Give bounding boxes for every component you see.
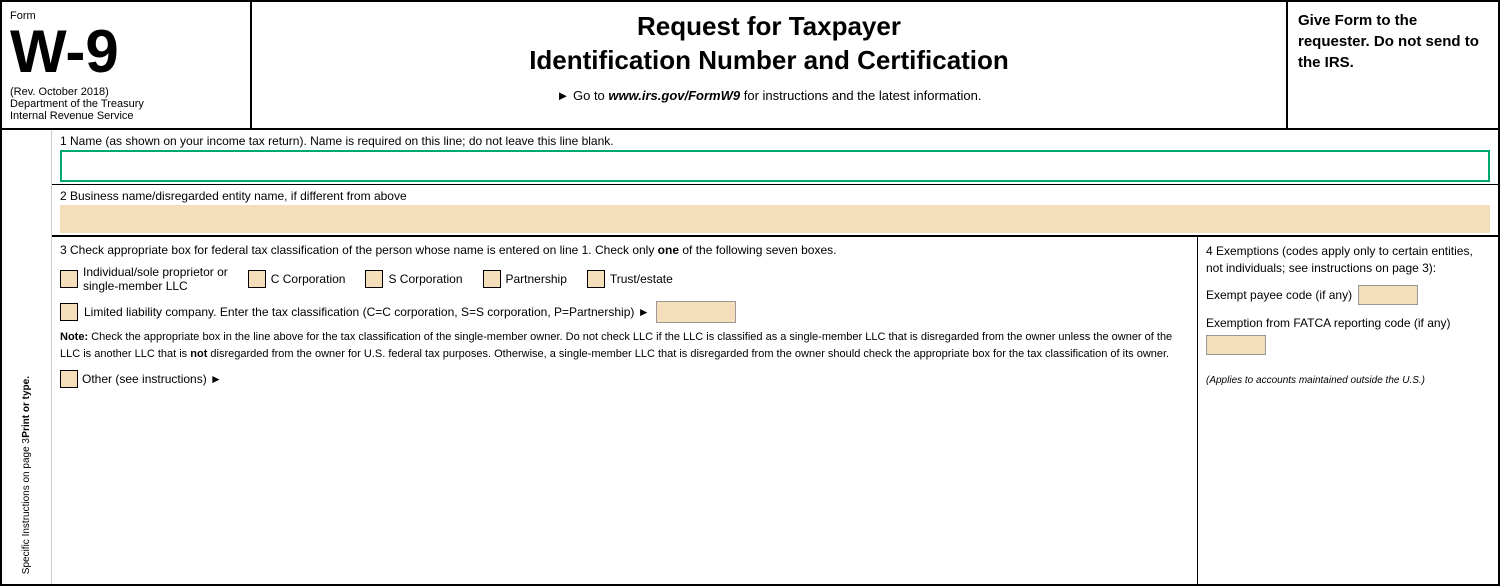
checkbox-box-llc[interactable] — [60, 303, 78, 321]
checkbox-partnership: Partnership — [483, 270, 567, 288]
checkboxes-row: Individual/sole proprietor or single-mem… — [60, 265, 1189, 293]
line1-input[interactable] — [60, 150, 1490, 182]
line1-label: 1 Name (as shown on your income tax retu… — [60, 134, 1490, 148]
checkbox-box-trust[interactable] — [587, 270, 605, 288]
line2-label: 2 Business name/disregarded entity name,… — [60, 189, 1490, 203]
goto-line: ► Go to www.irs.gov/FormW9 for instructi… — [272, 88, 1266, 103]
checkbox-box-individual[interactable] — [60, 270, 78, 288]
exempt-payee-input[interactable] — [1358, 285, 1418, 305]
exempt-payee-label: Exempt payee code (if any) — [1206, 288, 1352, 302]
fatca-label: Exemption from FATCA reporting code (if … — [1206, 315, 1490, 332]
w9-title: W-9 — [10, 22, 242, 82]
llc-classification-input[interactable] — [656, 301, 736, 323]
line3-header: 3 Check appropriate box for federal tax … — [60, 243, 1189, 257]
checkbox-box-c-corp[interactable] — [248, 270, 266, 288]
checkbox-trust: Trust/estate — [587, 270, 673, 288]
checkbox-c-corp: C Corporation — [248, 270, 346, 288]
line2-section: 2 Business name/disregarded entity name,… — [52, 185, 1498, 236]
main-content: 1 Name (as shown on your income tax retu… — [52, 130, 1498, 584]
specific-instructions: Specific Instructions on page 3 — [21, 438, 33, 574]
side-text-area: Print or type. Specific Instructions on … — [2, 130, 52, 584]
line4-area: 4 Exemptions (codes apply only to certai… — [1198, 237, 1498, 584]
dept1: Department of the Treasury — [10, 98, 242, 110]
form-header: Form W-9 (Rev. October 2018) Department … — [2, 2, 1498, 130]
w9-form: Form W-9 (Rev. October 2018) Department … — [0, 0, 1500, 586]
checkbox-box-s-corp[interactable] — [365, 270, 383, 288]
rev-date: (Rev. October 2018) — [10, 86, 242, 98]
note-text: Note: Check the appropriate box in the l… — [60, 329, 1189, 362]
checkbox-individual: Individual/sole proprietor or single-mem… — [60, 265, 228, 293]
give-form-text: Give Form to the requester. Do not send … — [1298, 10, 1488, 73]
header-left: Form W-9 (Rev. October 2018) Department … — [2, 2, 252, 128]
main-title: Request for Taxpayer Identification Numb… — [272, 10, 1266, 78]
exempt-row: Exempt payee code (if any) — [1206, 285, 1490, 305]
print-or-type: Print or type. — [21, 376, 33, 438]
form-body: Print or type. Specific Instructions on … — [2, 130, 1498, 584]
lines34-section: 3 Check appropriate box for federal tax … — [52, 236, 1498, 584]
llc-row: Limited liability company. Enter the tax… — [60, 301, 1189, 323]
header-center: Request for Taxpayer Identification Numb… — [252, 2, 1288, 128]
fatca-input[interactable] — [1206, 335, 1266, 355]
line2-input[interactable] — [60, 205, 1490, 233]
header-right: Give Form to the requester. Do not send … — [1288, 2, 1498, 128]
checkbox-s-corp: S Corporation — [365, 270, 462, 288]
other-row: Other (see instructions) ► — [60, 370, 1189, 388]
goto-url: www.irs.gov/FormW9 — [608, 88, 740, 103]
other-label: Other (see instructions) ► — [82, 372, 222, 386]
line3-area: 3 Check appropriate box for federal tax … — [52, 237, 1198, 584]
dept2: Internal Revenue Service — [10, 110, 242, 122]
side-text: Print or type. Specific Instructions on … — [2, 376, 51, 574]
applies-note: (Applies to accounts maintained outside … — [1206, 375, 1490, 386]
llc-label: Limited liability company. Enter the tax… — [84, 305, 650, 319]
checkbox-box-other[interactable] — [60, 370, 78, 388]
checkbox-box-partnership[interactable] — [483, 270, 501, 288]
line1-section: 1 Name (as shown on your income tax retu… — [52, 130, 1498, 185]
line4-title: 4 Exemptions (codes apply only to certai… — [1206, 243, 1490, 277]
